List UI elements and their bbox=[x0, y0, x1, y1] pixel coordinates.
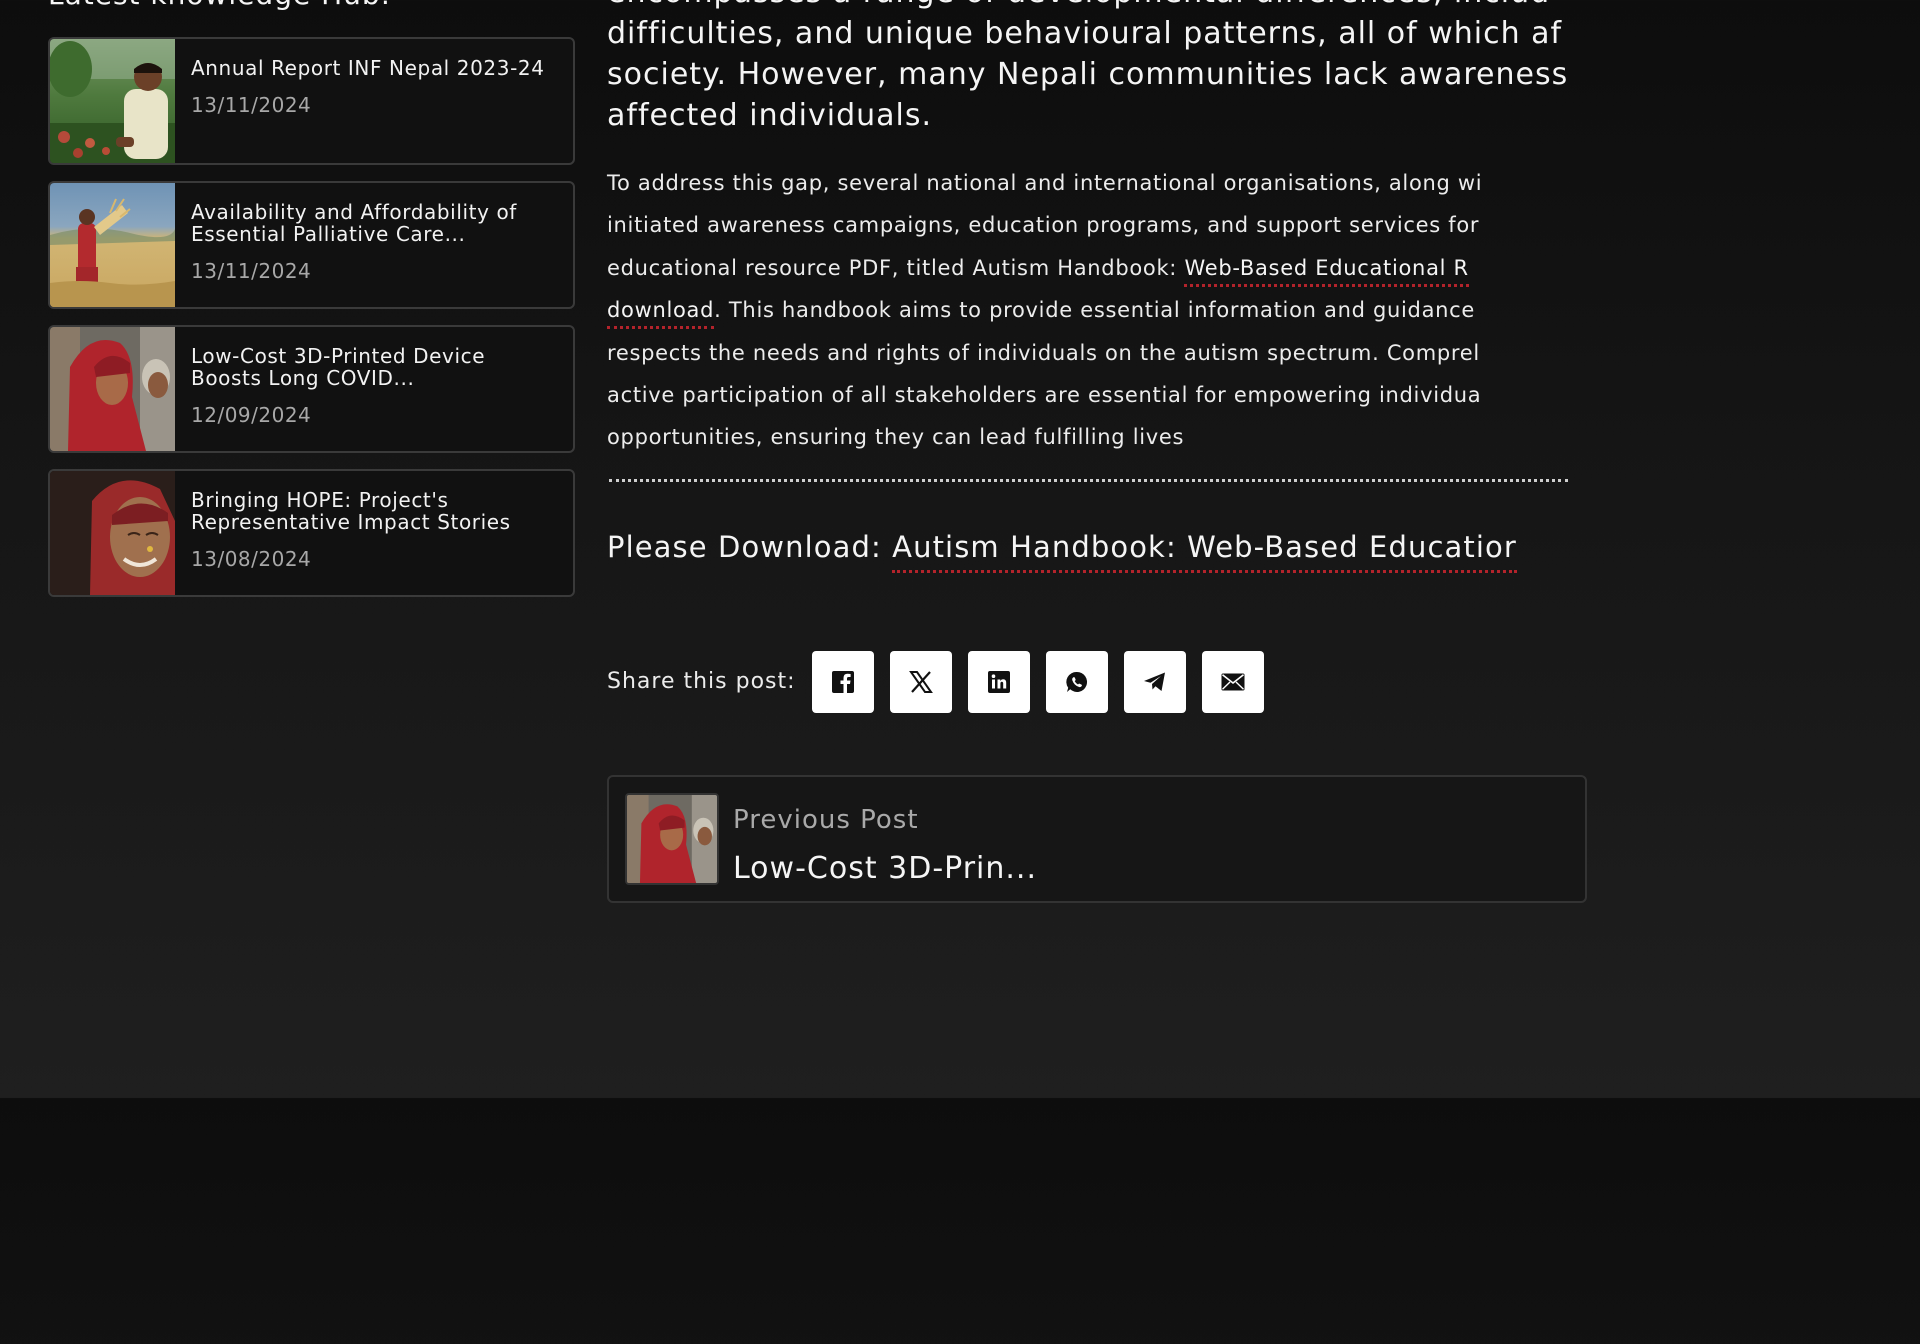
email-icon bbox=[1221, 673, 1245, 690]
x-icon bbox=[908, 670, 933, 693]
body-line: To address this gap, several national an… bbox=[607, 171, 1483, 195]
whatsapp-icon bbox=[1065, 671, 1087, 692]
telegram-icon bbox=[1143, 672, 1165, 691]
download-handbook-link[interactable]: Autism Handbook: Web-Based Educatior bbox=[892, 530, 1517, 573]
linkedin-icon bbox=[987, 670, 1010, 693]
knowledge-hub-list: Annual Report INF Nepal 2023-24 13/11/20… bbox=[48, 37, 575, 613]
elderly-woman-smiling-photo bbox=[50, 471, 175, 595]
lead-line: affected individuals. bbox=[607, 98, 933, 133]
share-telegram-button[interactable] bbox=[1123, 650, 1186, 713]
hub-card-title: Low-Cost 3D-Printed Device Boosts Long C… bbox=[191, 344, 486, 390]
wheat-field-photo bbox=[50, 183, 175, 307]
dotted-divider bbox=[609, 479, 1568, 482]
hub-card-title: Annual Report INF Nepal 2023-24 bbox=[191, 56, 545, 80]
share-bar: Share this post: bbox=[607, 650, 1280, 713]
lead-line: difficulties, and unique behavioural pat… bbox=[607, 16, 1563, 51]
share-linkedin-button[interactable] bbox=[967, 650, 1030, 713]
facebook-icon bbox=[831, 670, 854, 693]
body-text: . This handbook aims to provide essentia… bbox=[714, 298, 1476, 323]
body-line: active participation of all stakeholders… bbox=[607, 383, 1482, 408]
farmer-photo bbox=[50, 39, 175, 163]
article-body-paragraph: To address this gap, several national an… bbox=[607, 162, 1707, 459]
hub-card-3d-printed-device[interactable]: Low-Cost 3D-Printed Device Boosts Long C… bbox=[48, 325, 575, 453]
body-line: download. This handbook aims to provide … bbox=[607, 289, 1707, 331]
lead-line: encompasses a range of developmental dif… bbox=[607, 0, 1707, 13]
hub-card-title: Bringing HOPE: Project's Representative … bbox=[191, 488, 511, 534]
hub-card-annual-report[interactable]: Annual Report INF Nepal 2023-24 13/11/20… bbox=[48, 37, 575, 165]
share-whatsapp-button[interactable] bbox=[1045, 650, 1108, 713]
woman-red-shawl-photo bbox=[50, 327, 175, 451]
previous-post-card[interactable]: Previous Post Low-Cost 3D-Prin... bbox=[607, 775, 1587, 903]
lead-line: society. However, many Nepali communitie… bbox=[607, 57, 1569, 92]
download-line: Please Download: Autism Handbook: Web-Ba… bbox=[607, 530, 1517, 573]
hub-card-date: 13/11/2024 bbox=[191, 259, 312, 283]
woman-red-shawl-photo bbox=[627, 795, 717, 883]
body-line: educational resource PDF, titled Autism … bbox=[607, 247, 1707, 289]
hub-card-date: 13/11/2024 bbox=[191, 93, 312, 117]
hub-card-date: 12/09/2024 bbox=[191, 403, 312, 427]
share-email-button[interactable] bbox=[1201, 650, 1264, 713]
handbook-inline-link[interactable]: Web-Based Educational R bbox=[1184, 255, 1469, 287]
body-line: respects the needs and rights of individ… bbox=[607, 340, 1480, 365]
hub-card-palliative-care[interactable]: Availability and Affordability of Essent… bbox=[48, 181, 575, 309]
previous-post-label: Previous Post bbox=[733, 805, 919, 835]
previous-post-thumbnail bbox=[625, 793, 719, 885]
article-lead-paragraph: encompasses a range of developmental dif… bbox=[607, 0, 1707, 136]
share-x-button[interactable] bbox=[889, 650, 952, 713]
hub-card-hope-stories[interactable]: Bringing HOPE: Project's Representative … bbox=[48, 469, 575, 597]
share-facebook-button[interactable] bbox=[811, 650, 874, 713]
download-inline-link[interactable]: download bbox=[607, 298, 715, 330]
download-prefix: Please Download: bbox=[607, 530, 893, 564]
hub-card-title: Availability and Affordability of Essent… bbox=[191, 200, 517, 246]
body-line: initiated awareness campaigns, education… bbox=[607, 213, 1480, 238]
hub-card-date: 13/08/2024 bbox=[191, 547, 312, 571]
body-text: educational resource PDF, titled Autism … bbox=[607, 255, 1185, 280]
share-label: Share this post: bbox=[607, 669, 796, 694]
sidebar-heading: Latest knowledge Hub: bbox=[48, 0, 391, 11]
body-line: opportunities, ensuring they can lead fu… bbox=[607, 425, 1185, 450]
previous-post-title: Low-Cost 3D-Prin... bbox=[733, 851, 1037, 886]
